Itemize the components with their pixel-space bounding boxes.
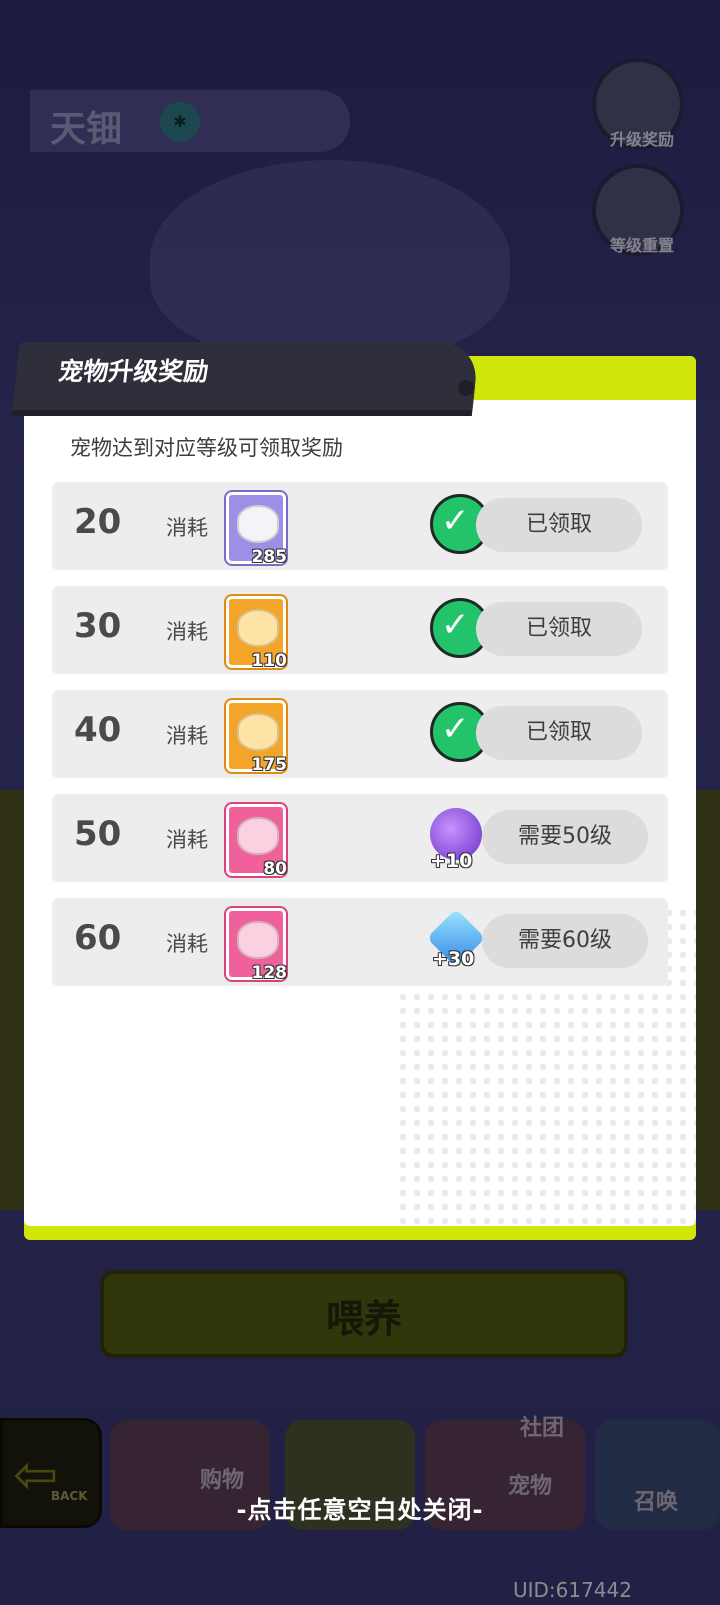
pet-food-can-icon: 128 xyxy=(226,908,288,983)
pet-food-can-icon: 80 xyxy=(226,804,287,879)
reward-level: 60 xyxy=(74,918,122,958)
dialog-header-tab: 宠物升级奖励 xyxy=(12,342,480,410)
reward-row-20: 20 消耗 285 ✓ 已领取 xyxy=(52,482,668,570)
can-quantity: 175 xyxy=(251,755,288,775)
reward-row-60: 60 消耗 128 +30 需要60级 xyxy=(52,898,668,986)
reward-amount: +10 xyxy=(430,850,473,872)
level-requirement: 需要50级 xyxy=(482,810,648,864)
claimed-status: 已领取 xyxy=(476,498,642,552)
can-quantity: 80 xyxy=(263,859,287,879)
cost-label: 消耗 xyxy=(166,620,208,644)
pet-food-can-icon: 110 xyxy=(226,596,288,671)
pet-food-can-icon: 285 xyxy=(226,492,288,567)
close-hint: -点击任意空白处关闭- xyxy=(236,1496,484,1524)
level-requirement: 需要60级 xyxy=(482,914,648,968)
dialog-subtitle: 宠物达到对应等级可领取奖励 xyxy=(70,436,343,460)
cost-label: 消耗 xyxy=(166,724,208,748)
reward-level: 50 xyxy=(74,814,122,854)
dialog-title: 宠物升级奖励 xyxy=(56,357,211,386)
reward-level: 30 xyxy=(74,606,122,646)
can-quantity: 128 xyxy=(251,963,288,983)
pet-food-can-icon: 175 xyxy=(226,700,288,775)
reward-row-50: 50 消耗 80 +10 需要50级 xyxy=(52,794,668,882)
reward-row-40: 40 消耗 175 ✓ 已领取 xyxy=(52,690,668,778)
dialog-body: 宠物达到对应等级可领取奖励 20 消耗 285 ✓ 已领取 30 消耗 110 … xyxy=(24,356,696,1226)
header-dot xyxy=(458,380,474,396)
can-quantity: 285 xyxy=(251,547,288,567)
reward-amount: +30 xyxy=(432,948,475,970)
cost-label: 消耗 xyxy=(166,932,208,956)
cost-label: 消耗 xyxy=(166,828,208,852)
can-quantity: 110 xyxy=(251,651,288,671)
cost-label: 消耗 xyxy=(166,516,208,540)
reward-level: 20 xyxy=(74,502,122,542)
claimed-status: 已领取 xyxy=(476,602,642,656)
pet-upgrade-reward-dialog: 宠物达到对应等级可领取奖励 20 消耗 285 ✓ 已领取 30 消耗 110 … xyxy=(12,342,696,1240)
purple-orb-icon: +10 xyxy=(430,808,482,872)
claimed-status: 已领取 xyxy=(476,706,642,760)
reward-level: 40 xyxy=(74,710,122,750)
reward-row-30: 30 消耗 110 ✓ 已领取 xyxy=(52,586,668,674)
